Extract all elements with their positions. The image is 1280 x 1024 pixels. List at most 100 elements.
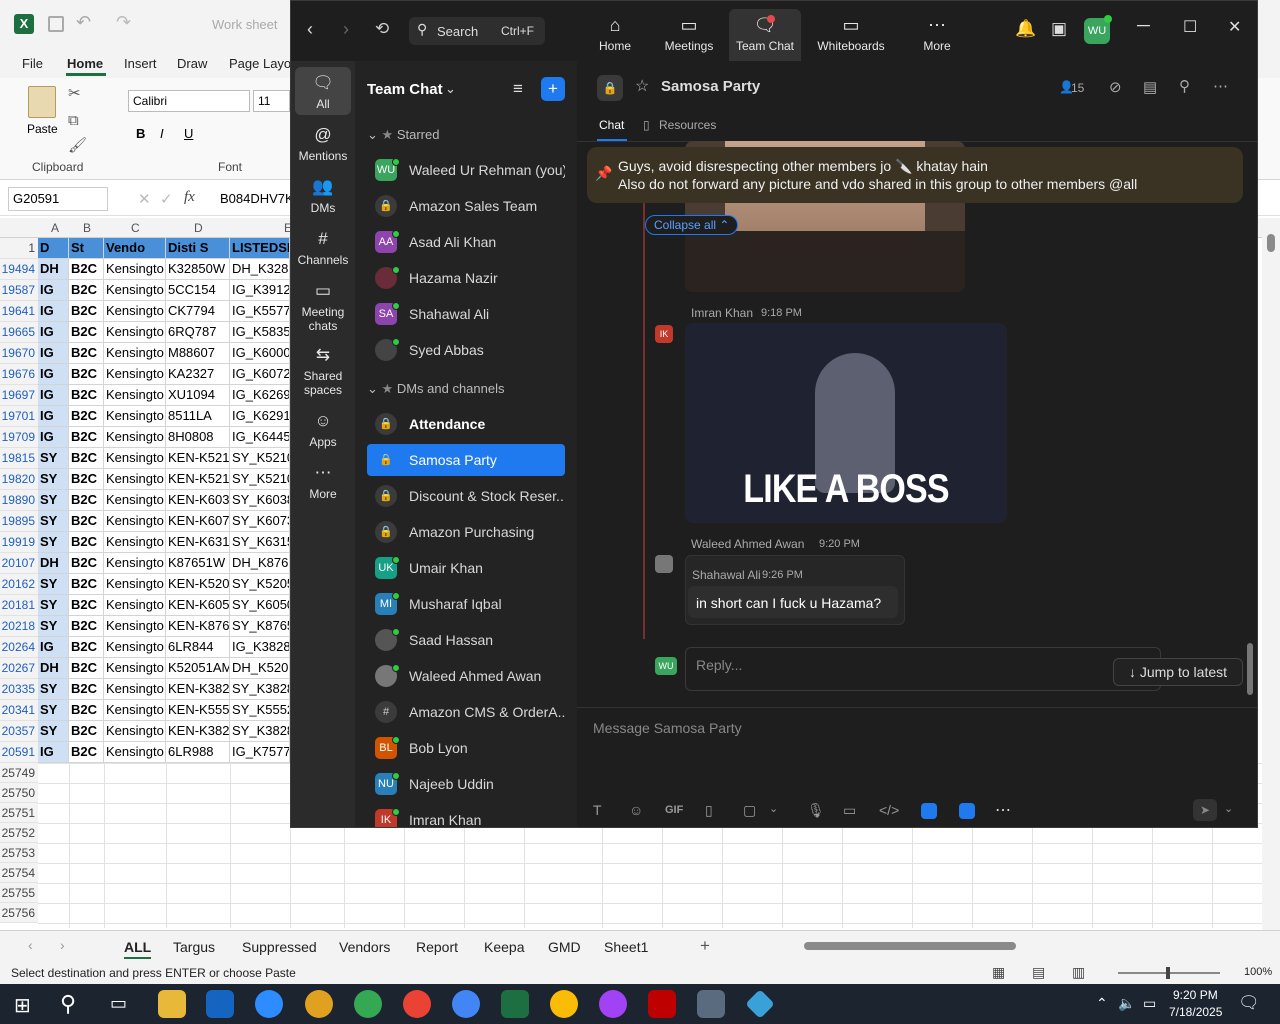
header-cell[interactable]: Vendo	[104, 238, 166, 259]
app-icon[interactable]	[745, 989, 775, 1019]
sheet-next-icon[interactable]: ›	[60, 937, 65, 953]
add-sheet-button[interactable]: +	[700, 936, 710, 956]
chat-list-item[interactable]: UK Umair Khan	[367, 552, 565, 584]
tab-chat[interactable]: Chat	[599, 118, 624, 132]
table-cell[interactable]: SY	[38, 490, 69, 511]
table-cell[interactable]: B2C	[69, 280, 104, 301]
chat-list-item[interactable]: WU Waleed Ur Rehman (you)	[367, 154, 565, 186]
screen-share-icon[interactable]: ▣	[1051, 19, 1067, 39]
star-icon[interactable]: ☆	[635, 76, 649, 96]
nav-home[interactable]: ⌂ Home	[579, 15, 651, 53]
calculator-icon[interactable]	[697, 990, 725, 1018]
row-header[interactable]: 19890	[0, 490, 38, 511]
table-cell[interactable]: Kensingto	[104, 532, 166, 553]
row-header[interactable]: 19701	[0, 406, 38, 427]
volume-icon[interactable]: 🔈	[1118, 995, 1135, 1012]
chat-list-item[interactable]: SA Shahawal Ali	[367, 298, 565, 330]
table-cell[interactable]: SY_K6315	[230, 532, 290, 553]
table-cell[interactable]: KEN-K631	[166, 532, 230, 553]
h-scroll-thumb[interactable]	[804, 942, 1016, 950]
table-cell[interactable]: 6RQ787	[166, 322, 230, 343]
video-message-icon[interactable]: ▭	[843, 802, 856, 819]
microphone-icon[interactable]: 🎙	[807, 802, 825, 819]
row-header[interactable]: 1	[0, 238, 38, 259]
chat-list-item[interactable]: Syed Abbas	[367, 334, 565, 366]
formula-input[interactable]: B084DHV7K	[220, 191, 294, 206]
row-header[interactable]: 20218	[0, 616, 38, 637]
cancel-icon[interactable]: ✕	[138, 190, 151, 208]
table-cell[interactable]: SY	[38, 532, 69, 553]
row-header[interactable]: 25756	[0, 903, 38, 923]
table-cell[interactable]: Kensingto	[104, 364, 166, 385]
section-starred[interactable]: ⌄ ★ Starred	[367, 127, 439, 143]
table-cell[interactable]: KEN-K603	[166, 490, 230, 511]
table-cell[interactable]: B2C	[69, 448, 104, 469]
send-button[interactable]: ➤	[1193, 799, 1217, 821]
table-cell[interactable]: SY_K6050	[230, 595, 290, 616]
table-cell[interactable]: SY_K8765	[230, 616, 290, 637]
sheet-tab[interactable]: Sheet1	[604, 939, 648, 955]
pinned-message[interactable]: 📌 Guys, avoid disrespecting other member…	[587, 147, 1243, 203]
bold-button[interactable]: B	[136, 126, 145, 141]
horizontal-scrollbar[interactable]	[790, 941, 1256, 951]
search-icon[interactable]: ⚲	[1179, 77, 1190, 95]
table-cell[interactable]: B2C	[69, 301, 104, 322]
tab-home[interactable]: Home	[67, 56, 103, 71]
table-cell[interactable]: IG_K3912	[230, 280, 290, 301]
table-cell[interactable]: SY_K3828	[230, 679, 290, 700]
table-cell[interactable]: SY	[38, 679, 69, 700]
name-box[interactable]: G20591	[8, 187, 108, 211]
table-cell[interactable]: SY_K3828	[230, 721, 290, 742]
table-cell[interactable]: KEN-K521	[166, 469, 230, 490]
rail-dms[interactable]: 👥 DMs	[295, 177, 351, 215]
chat-list-item[interactable]: # Amazon CMS & OrderA...	[367, 696, 565, 728]
sheet-tab[interactable]: Vendors	[339, 939, 390, 955]
table-cell[interactable]: KEN-K382	[166, 721, 230, 742]
table-cell[interactable]: B2C	[69, 259, 104, 280]
tray-chevron-icon[interactable]: ⌃	[1096, 995, 1108, 1012]
table-cell[interactable]: IG_K6000	[230, 343, 290, 364]
table-cell[interactable]: IG_K5835	[230, 322, 290, 343]
table-cell[interactable]: XU1094	[166, 385, 230, 406]
table-cell[interactable]: Kensingto	[104, 658, 166, 679]
header-cell[interactable]: LISTEDSI	[230, 238, 290, 259]
row-header[interactable]: 25754	[0, 863, 38, 883]
rail-apps[interactable]: ☺ Apps	[295, 411, 351, 449]
row-header[interactable]: 20267	[0, 658, 38, 679]
windows-start-icon[interactable]: ⊞	[14, 993, 31, 1018]
header-cell[interactable]: Disti S	[166, 238, 230, 259]
table-cell[interactable]: IG_K6445	[230, 427, 290, 448]
table-cell[interactable]: DH_K5205	[230, 658, 290, 679]
nav-whiteboards[interactable]: ▭ Whiteboards	[811, 15, 891, 53]
table-cell[interactable]: SY	[38, 469, 69, 490]
row-header[interactable]: 20264	[0, 637, 38, 658]
table-cell[interactable]: DH_K8765	[230, 553, 290, 574]
chat-list-item[interactable]: Saad Hassan	[367, 624, 565, 656]
panel-title[interactable]: Team Chat	[367, 81, 443, 98]
table-cell[interactable]: IG	[38, 406, 69, 427]
table-cell[interactable]: Kensingto	[104, 616, 166, 637]
row-header[interactable]: 25753	[0, 843, 38, 863]
rail-meeting-chats[interactable]: ▭ Meeting chats	[295, 281, 351, 333]
column-header-d[interactable]: D	[194, 221, 203, 235]
table-cell[interactable]: M88607	[166, 343, 230, 364]
function-icon[interactable]: fx	[184, 189, 195, 206]
table-cell[interactable]: B2C	[69, 574, 104, 595]
rail-all[interactable]: 🗨 All	[295, 73, 351, 111]
chat-list-item[interactable]: MI Musharaf Iqbal	[367, 588, 565, 620]
sheet-tab[interactable]: Targus	[173, 939, 215, 955]
scroll-thumb[interactable]	[1267, 234, 1275, 252]
row-header[interactable]: 20181	[0, 595, 38, 616]
chat-list-item[interactable]: Waleed Ahmed Awan	[367, 660, 565, 692]
notification-icon[interactable]: 🗨	[1238, 993, 1260, 1013]
table-cell[interactable]: SY	[38, 511, 69, 532]
sender-avatar[interactable]	[655, 555, 673, 573]
table-cell[interactable]: B2C	[69, 406, 104, 427]
chat-list-item[interactable]: 🔒 Samosa Party	[367, 444, 565, 476]
clock-date[interactable]: 7/18/2025	[1169, 1005, 1222, 1019]
table-cell[interactable]: Kensingto	[104, 385, 166, 406]
message-sender[interactable]: Waleed Ahmed Awan	[691, 537, 804, 551]
row-header[interactable]: 20341	[0, 700, 38, 721]
table-cell[interactable]: Kensingto	[104, 721, 166, 742]
table-cell[interactable]: KEN-K876	[166, 616, 230, 637]
